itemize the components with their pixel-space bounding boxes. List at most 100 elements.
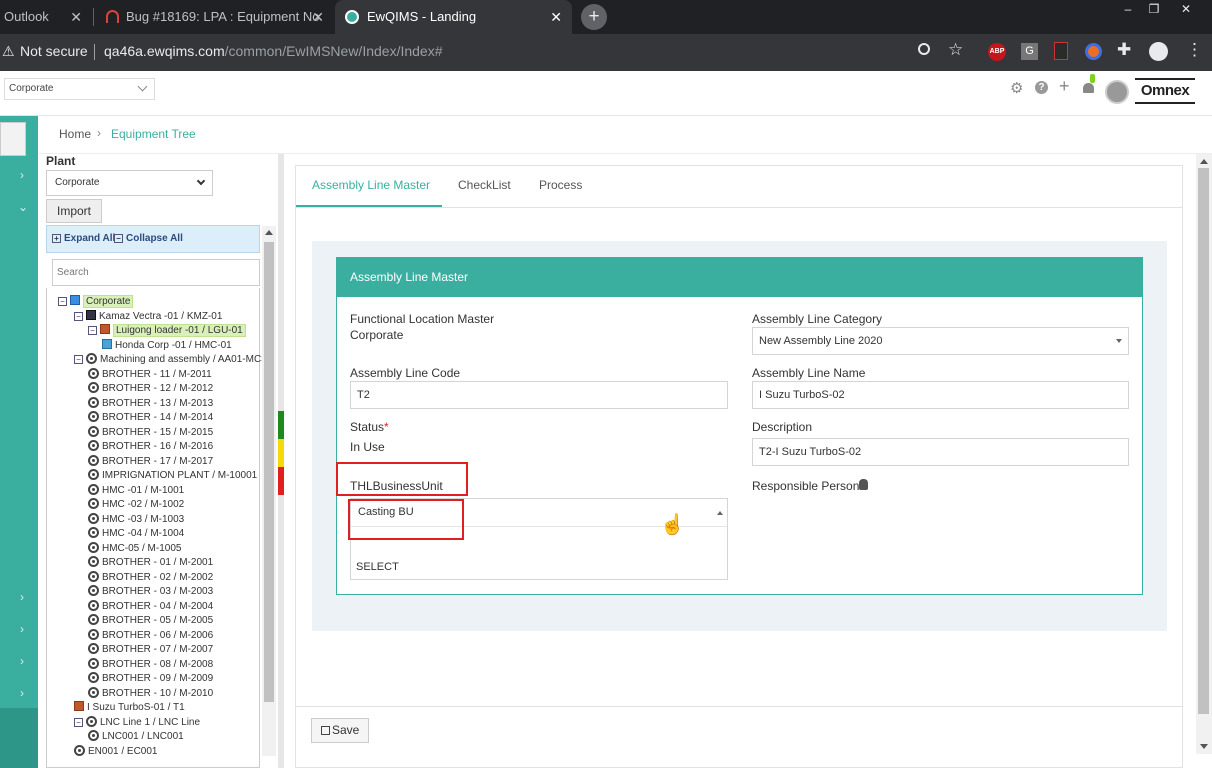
tree-node[interactable]: HMC -04 / M-1004 (88, 527, 184, 540)
chevron-down-icon (196, 176, 206, 186)
scroll-down-arrow-icon[interactable] (1200, 744, 1208, 749)
pdf-extension-icon[interactable] (1054, 42, 1068, 60)
tree-node[interactable]: − Corporate (58, 295, 134, 308)
user-avatar[interactable] (1105, 80, 1129, 104)
chevron-down-icon[interactable]: ⌄ (18, 200, 28, 214)
chevron-right-icon[interactable]: › (20, 686, 24, 700)
firefox-extension-icon[interactable] (1085, 43, 1102, 60)
tree-node[interactable]: − Kamaz Vectra -01 / KMZ-01 (74, 310, 222, 323)
main-scrollbar-thumb[interactable] (1198, 168, 1209, 714)
tree-node[interactable]: IMPRIGNATION PLANT / M-10001 (88, 469, 257, 482)
footer-bar (296, 706, 1182, 768)
tree-node[interactable]: − LNC Line 1 / LNC Line (74, 716, 200, 729)
tree-node[interactable]: BROTHER - 15 / M-2015 (88, 426, 213, 439)
url-field[interactable]: qa46a.ewqims.com/common/EwIMSNew/Index/I… (104, 43, 443, 59)
grammar-extension-icon[interactable]: G (1021, 43, 1038, 60)
new-tab-button[interactable]: + (581, 4, 607, 30)
tree-node[interactable]: I Suzu TurboS-01 / T1 (74, 701, 185, 714)
tree-node[interactable]: HMC-05 / M-1005 (88, 542, 181, 555)
tab-assembly-line-master[interactable]: Assembly Line Master (312, 178, 430, 192)
tree-node[interactable]: BROTHER - 08 / M-2008 (88, 658, 213, 671)
assembly-line-code-value: T2 (357, 389, 370, 401)
tree-node[interactable]: BROTHER - 02 / M-2002 (88, 571, 213, 584)
tree-node[interactable]: BROTHER - 10 / M-2010 (88, 687, 213, 700)
main-scrollbar[interactable] (1196, 154, 1212, 754)
zoom-icon[interactable] (918, 43, 930, 55)
plant-select[interactable]: Corporate (46, 170, 213, 196)
profile-avatar-icon[interactable] (1149, 42, 1168, 61)
tree-search-input[interactable]: Search (52, 259, 260, 286)
tree-node[interactable]: Honda Corp -01 / HMC-01 (102, 339, 232, 352)
import-button[interactable]: Import (46, 199, 102, 223)
tab-process[interactable]: Process (539, 178, 582, 192)
warning-icon[interactable]: ⚠ (2, 43, 15, 60)
security-status[interactable]: Not secure (20, 43, 88, 59)
collapse-toggle-icon[interactable]: − (74, 312, 83, 321)
collapse-toggle-icon[interactable]: − (74, 718, 83, 727)
business-unit-option-select[interactable]: SELECT (356, 561, 399, 573)
collapse-toggle-icon[interactable]: − (88, 326, 97, 335)
expand-all-button[interactable]: + Expand All (52, 233, 115, 244)
tab-checklist[interactable]: CheckList (458, 178, 511, 192)
tree-node[interactable]: BROTHER - 06 / M-2006 (88, 629, 213, 642)
tree-node[interactable]: BROTHER - 01 / M-2001 (88, 556, 213, 569)
tree-node[interactable]: HMC -02 / M-1002 (88, 498, 184, 511)
notification-bell-icon[interactable] (1083, 83, 1094, 93)
person-picker-icon[interactable] (859, 479, 868, 490)
tree-node[interactable]: BROTHER - 07 / M-2007 (88, 643, 213, 656)
site-select[interactable]: Corporate (4, 78, 155, 100)
tree-node[interactable]: − Luigong loader -01 / LGU-01 (88, 324, 246, 337)
chevron-right-icon[interactable]: › (20, 654, 24, 668)
tree-node[interactable]: − Machining and assembly / AA01-MCS (74, 353, 268, 366)
assembly-line-name-input[interactable]: I Suzu TurboS-02 (752, 381, 1129, 409)
collapse-toggle-icon[interactable]: − (58, 297, 67, 306)
browser-tab-ewqims[interactable]: EwQIMS - Landing ✕ (335, 0, 572, 34)
description-input[interactable]: T2-I Suzu TurboS-02 (752, 438, 1129, 466)
nav-toggle[interactable] (0, 122, 26, 156)
left-nav-rail: › ⌄ › › › › (0, 116, 38, 768)
tree-node[interactable]: BROTHER - 03 / M-2003 (88, 585, 213, 598)
close-icon[interactable]: ✕ (70, 0, 82, 34)
tree-node[interactable]: BROTHER - 05 / M-2005 (88, 614, 213, 627)
tree-node[interactable]: HMC -03 / M-1003 (88, 513, 184, 526)
add-icon[interactable]: + (1059, 76, 1070, 97)
chevron-right-icon[interactable]: › (20, 168, 24, 182)
scroll-up-arrow-icon[interactable] (1200, 159, 1208, 164)
minimize-button[interactable]: – (1118, 0, 1138, 20)
collapse-all-button[interactable]: − Collapse All (114, 233, 183, 244)
help-icon[interactable]: ? (1035, 81, 1048, 94)
save-button[interactable]: Save (311, 718, 369, 743)
tree-node[interactable]: BROTHER - 16 / M-2016 (88, 440, 213, 453)
scroll-up-arrow-icon[interactable] (265, 230, 273, 235)
tree-node[interactable]: BROTHER - 17 / M-2017 (88, 455, 213, 468)
tree-node[interactable]: BROTHER - 04 / M-2004 (88, 600, 213, 613)
extensions-puzzle-icon[interactable]: ✚ (1117, 40, 1131, 60)
chevron-right-icon[interactable]: › (20, 622, 24, 636)
assembly-line-code-input[interactable]: T2 (350, 381, 728, 409)
gear-icon[interactable]: ⚙ (1010, 79, 1023, 97)
tree-node[interactable]: HMC -01 / M-1001 (88, 484, 184, 497)
tree-node[interactable]: LNC001 / LNC001 (88, 730, 184, 743)
assembly-line-category-select[interactable]: New Assembly Line 2020 (752, 327, 1129, 355)
tree-node[interactable]: BROTHER - 13 / M-2013 (88, 397, 213, 410)
tree-scrollbar-thumb[interactable] (264, 242, 274, 702)
bookmark-star-icon[interactable]: ☆ (948, 40, 963, 60)
breadcrumb-home[interactable]: Home (59, 127, 91, 141)
tree-node[interactable]: BROTHER - 12 / M-2012 (88, 382, 213, 395)
tree-node[interactable]: BROTHER - 11 / M-2011 (88, 368, 212, 381)
browser-tab-bug[interactable]: Bug #18169: LPA : Equipment No ✕ (96, 0, 334, 34)
close-icon[interactable]: ✕ (550, 0, 562, 34)
browser-tab-outlook[interactable]: Outlook ✕ (0, 0, 92, 34)
adblock-icon[interactable]: ABP (988, 43, 1006, 61)
collapse-toggle-icon[interactable]: − (74, 355, 83, 364)
tree-scrollbar[interactable] (262, 226, 276, 756)
close-icon[interactable]: ✕ (312, 0, 324, 34)
restore-button[interactable]: ❐ (1144, 0, 1164, 20)
tree-node[interactable]: BROTHER - 14 / M-2014 (88, 411, 213, 424)
browser-menu-icon[interactable]: ⋮ (1186, 40, 1203, 60)
breadcrumb-current[interactable]: Equipment Tree (111, 127, 196, 141)
tree-node[interactable]: EN001 / EC001 (74, 745, 158, 758)
tree-node[interactable]: BROTHER - 09 / M-2009 (88, 672, 213, 685)
chevron-right-icon[interactable]: › (20, 590, 24, 604)
window-close-button[interactable]: ✕ (1176, 0, 1196, 20)
